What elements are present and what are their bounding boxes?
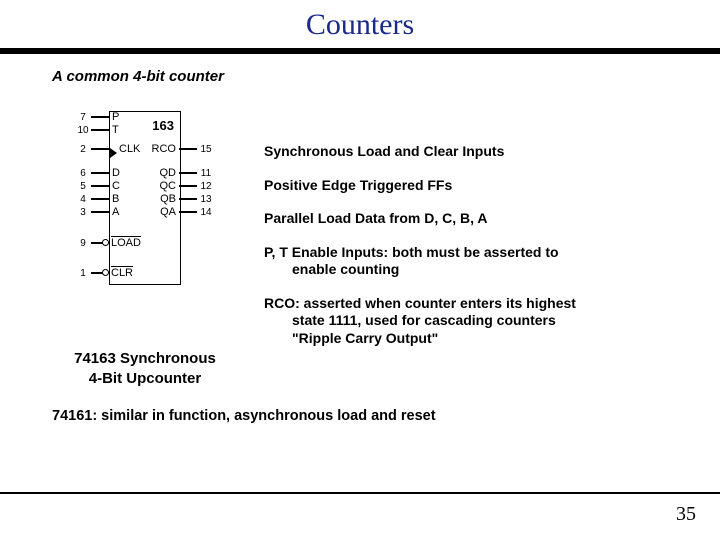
pin-b: 4 B [75, 193, 122, 205]
pin-clk: 2 CLK [75, 143, 143, 155]
pin-wire [91, 198, 109, 200]
pin-wire [179, 148, 197, 150]
pin-num: 7 [75, 112, 91, 123]
bullet-enable-inputs: P, T Enable Inputs: both must be asserte… [264, 244, 720, 279]
bullet-line: enable counting [264, 261, 720, 279]
pin-label: C [109, 180, 123, 192]
pin-a: 3 A [75, 206, 122, 218]
pin-clr: 1 CLR [75, 267, 136, 279]
pin-t: 10 T [75, 124, 122, 136]
pin-label: QD [157, 167, 180, 179]
pin-wire [91, 211, 109, 213]
pin-num: 5 [75, 181, 91, 192]
pin-wire [91, 129, 109, 131]
pin-load: 9 LOAD [75, 237, 144, 249]
pin-rco: 15 RCO [149, 143, 215, 155]
bullet-parallel-load: Parallel Load Data from D, C, B, A [264, 210, 720, 228]
pin-num: 1 [75, 268, 91, 279]
pin-wire [179, 211, 197, 213]
pin-qa: 14 QA [157, 206, 215, 218]
caption-line2: 4-Bit Upcounter [89, 370, 202, 387]
pin-wire [91, 185, 109, 187]
bullet-edge-triggered: Positive Edge Triggered FFs [264, 177, 720, 195]
pin-num: 2 [75, 144, 91, 155]
bullet-line: "Ripple Carry Output" [264, 330, 720, 348]
pin-wire [91, 172, 109, 174]
bottom-note: 74161: similar in function, asynchronous… [52, 408, 720, 424]
pin-num: 10 [75, 125, 91, 136]
pin-label: CLK [109, 143, 143, 155]
pin-label: T [109, 124, 122, 136]
pin-wire [91, 116, 109, 118]
pin-num: 15 [197, 144, 215, 155]
inversion-bubble-icon [102, 269, 109, 276]
bottom-divider [0, 492, 720, 494]
slide-title: Counters [0, 0, 720, 48]
pin-num: 11 [197, 168, 215, 179]
bullet-rco: RCO: asserted when counter enters its hi… [264, 295, 720, 348]
pin-wire [179, 185, 197, 187]
pin-label: QA [157, 206, 179, 218]
bullet-sync-inputs: Synchronous Load and Clear Inputs [264, 143, 720, 161]
bullet-line: P, T Enable Inputs: both must be asserte… [264, 244, 559, 260]
pin-wire [179, 172, 197, 174]
content-area: 163 7 P 10 T 2 CLK 6 D [60, 107, 720, 388]
chip-name: 163 [152, 118, 174, 133]
pin-label: D [109, 167, 123, 179]
pin-num: 14 [197, 207, 215, 218]
bullet-list: Synchronous Load and Clear Inputs Positi… [230, 107, 720, 363]
pin-num: 4 [75, 194, 91, 205]
pin-qc: 12 QC [157, 180, 216, 192]
caption-line1: 74163 Synchronous [74, 350, 216, 367]
pin-num: 9 [75, 238, 91, 249]
pin-num: 12 [197, 181, 215, 192]
inversion-bubble-icon [102, 239, 109, 246]
pin-qb: 13 QB [157, 193, 215, 205]
pin-d: 6 D [75, 167, 123, 179]
pin-p: 7 P [75, 111, 122, 123]
bullet-line: state 1111, used for cascading counters [264, 312, 720, 330]
pin-wire [91, 148, 109, 150]
pin-num: 3 [75, 207, 91, 218]
pin-label: QC [157, 180, 180, 192]
pin-c: 5 C [75, 180, 123, 192]
title-divider [0, 48, 720, 54]
pin-label: RCO [149, 143, 179, 155]
subtitle: A common 4-bit counter [52, 68, 720, 85]
pin-label: LOAD [103, 237, 144, 249]
chip-caption: 74163 Synchronous 4-Bit Upcounter [74, 349, 216, 388]
pin-qd: 11 QD [157, 167, 216, 179]
pin-label: QB [157, 193, 179, 205]
chip-diagram: 163 7 P 10 T 2 CLK 6 D [75, 107, 215, 289]
pin-label: B [109, 193, 122, 205]
bullet-line: RCO: asserted when counter enters its hi… [264, 295, 576, 311]
page-number: 35 [676, 503, 696, 526]
chip-column: 163 7 P 10 T 2 CLK 6 D [60, 107, 230, 388]
pin-num: 6 [75, 168, 91, 179]
pin-label: A [109, 206, 122, 218]
pin-num: 13 [197, 194, 215, 205]
pin-label: P [109, 111, 122, 123]
pin-wire [179, 198, 197, 200]
